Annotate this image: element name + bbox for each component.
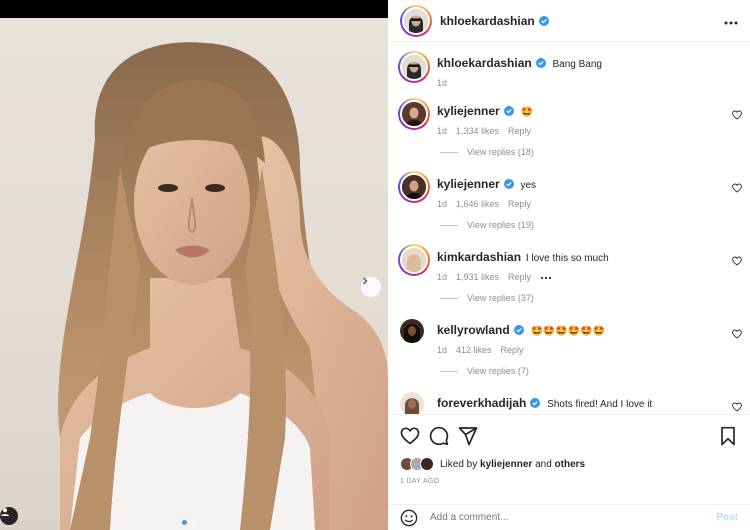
reply-button[interactable]: Reply [508,126,531,136]
caption-username[interactable]: khloekardashian [437,56,532,70]
comment-age: 1d [437,126,448,136]
comment-age: 1d [437,272,448,282]
comment-likes[interactable]: 1,646 likes [456,199,499,209]
post-sidebar: khloekardashian khloekardashian Bang Ban… [388,0,750,530]
view-replies-label: View replies (37) [467,293,534,303]
liked-by-and: and [535,458,552,470]
comment-text: Shots fired! And I love it [547,399,653,410]
caption-age: 1d [437,78,448,88]
heart-icon[interactable] [732,256,742,266]
view-replies-label: View replies (18) [467,147,534,157]
bookmark-icon[interactable] [718,426,738,446]
commenter-avatar-image [402,102,426,126]
comment-composer: Post [388,504,750,530]
heart-icon[interactable] [400,426,420,446]
commenter-avatar-image [400,392,424,414]
commenter-username[interactable]: kyliejenner [437,104,500,118]
chevron-right-icon [363,277,368,285]
user-tag-icon [1,508,9,516]
commenter-avatar[interactable] [398,244,430,276]
comment-likes[interactable]: 1,931 likes [456,272,499,282]
comment-age: 1d [437,345,448,355]
verified-icon [538,15,549,26]
commenter-username[interactable]: kyliejenner [437,177,500,191]
comment-icon[interactable] [429,426,449,446]
commenter-username[interactable]: kellyrowland [437,323,510,337]
replies-divider [440,151,458,153]
replies-divider [440,370,458,372]
post-header: khloekardashian [388,0,750,42]
comment-text: I love this so much [525,253,609,264]
heart-icon[interactable] [732,110,742,120]
commenter-avatar[interactable] [400,392,424,414]
action-bar [400,426,738,446]
commenter-avatar-image [402,175,426,199]
replies-divider [440,297,458,299]
verified-icon [503,179,514,189]
liked-by-others[interactable]: others [555,459,586,470]
likes-summary[interactable]: Liked by kyliejenner and others [400,457,585,471]
carousel-indicator [182,520,196,525]
comment-age: 1d [437,199,448,209]
caption-text: Bang Bang [552,59,603,70]
comment-options-icon[interactable] [540,272,552,282]
view-replies-label: View replies (19) [467,220,534,230]
heart-icon[interactable] [732,183,742,193]
commenter-avatar[interactable] [398,171,430,203]
commenter-username[interactable]: foreverkhadijah [437,396,526,410]
view-replies-button[interactable]: View replies (18) [440,147,534,157]
heart-icon[interactable] [732,329,742,339]
comment-text: 🤩🤩🤩🤩🤩🤩 [530,326,606,337]
verified-icon [513,325,524,335]
comment-text: yes [520,180,537,191]
caption-author-avatar[interactable] [398,51,430,83]
post-modal: khloekardashian khloekardashian Bang Ban… [0,0,750,530]
verified-icon [530,398,541,408]
liker-avatar [420,457,434,471]
replies-divider [440,224,458,226]
commenter-username[interactable]: kimkardashian [437,250,521,264]
post-comment-button[interactable]: Post [716,512,738,523]
comment-text: 🤩 [520,107,533,118]
reply-button[interactable]: Reply [501,345,524,355]
author-avatar[interactable] [400,4,432,37]
more-options-button[interactable] [724,12,738,30]
comment-likes[interactable]: 1,334 likes [456,126,499,136]
author-username[interactable]: khloekardashian [440,14,535,28]
comment-input[interactable] [430,512,717,523]
view-replies-label: View replies (7) [467,366,529,376]
more-icon [540,276,552,280]
heart-icon[interactable] [732,402,742,412]
post-date[interactable]: 1 DAY AGO [400,478,439,485]
commenter-avatar[interactable] [400,319,424,343]
view-replies-button[interactable]: View replies (19) [440,220,534,230]
emoji-icon[interactable] [400,509,418,527]
carousel-dot [191,520,196,525]
comments-list[interactable]: khloekardashian Bang Bang 1d kyliejenner [388,42,750,414]
verified-icon [503,106,514,116]
view-replies-button[interactable]: View replies (7) [440,366,529,376]
commenter-avatar-image [402,248,426,272]
more-icon [724,21,738,24]
liked-by-user[interactable]: kyliejenner [480,459,532,470]
reply-button[interactable]: Reply [508,272,531,282]
carousel-dot [182,520,187,525]
commenter-avatar-image [400,319,424,343]
commenter-avatar[interactable] [398,98,430,130]
verified-icon [535,58,546,68]
portrait-image [58,42,388,530]
user-tag-button[interactable] [0,507,18,525]
author-avatar-image [404,8,428,33]
reply-button[interactable]: Reply [508,199,531,209]
comment-likes[interactable]: 412 likes [456,345,492,355]
post-photo[interactable] [0,18,388,530]
author-avatar-image [402,55,426,79]
next-photo-button[interactable] [361,277,381,297]
share-icon[interactable] [458,426,478,446]
liked-by-prefix: Liked by [440,458,478,470]
view-replies-button[interactable]: View replies (37) [440,293,534,303]
